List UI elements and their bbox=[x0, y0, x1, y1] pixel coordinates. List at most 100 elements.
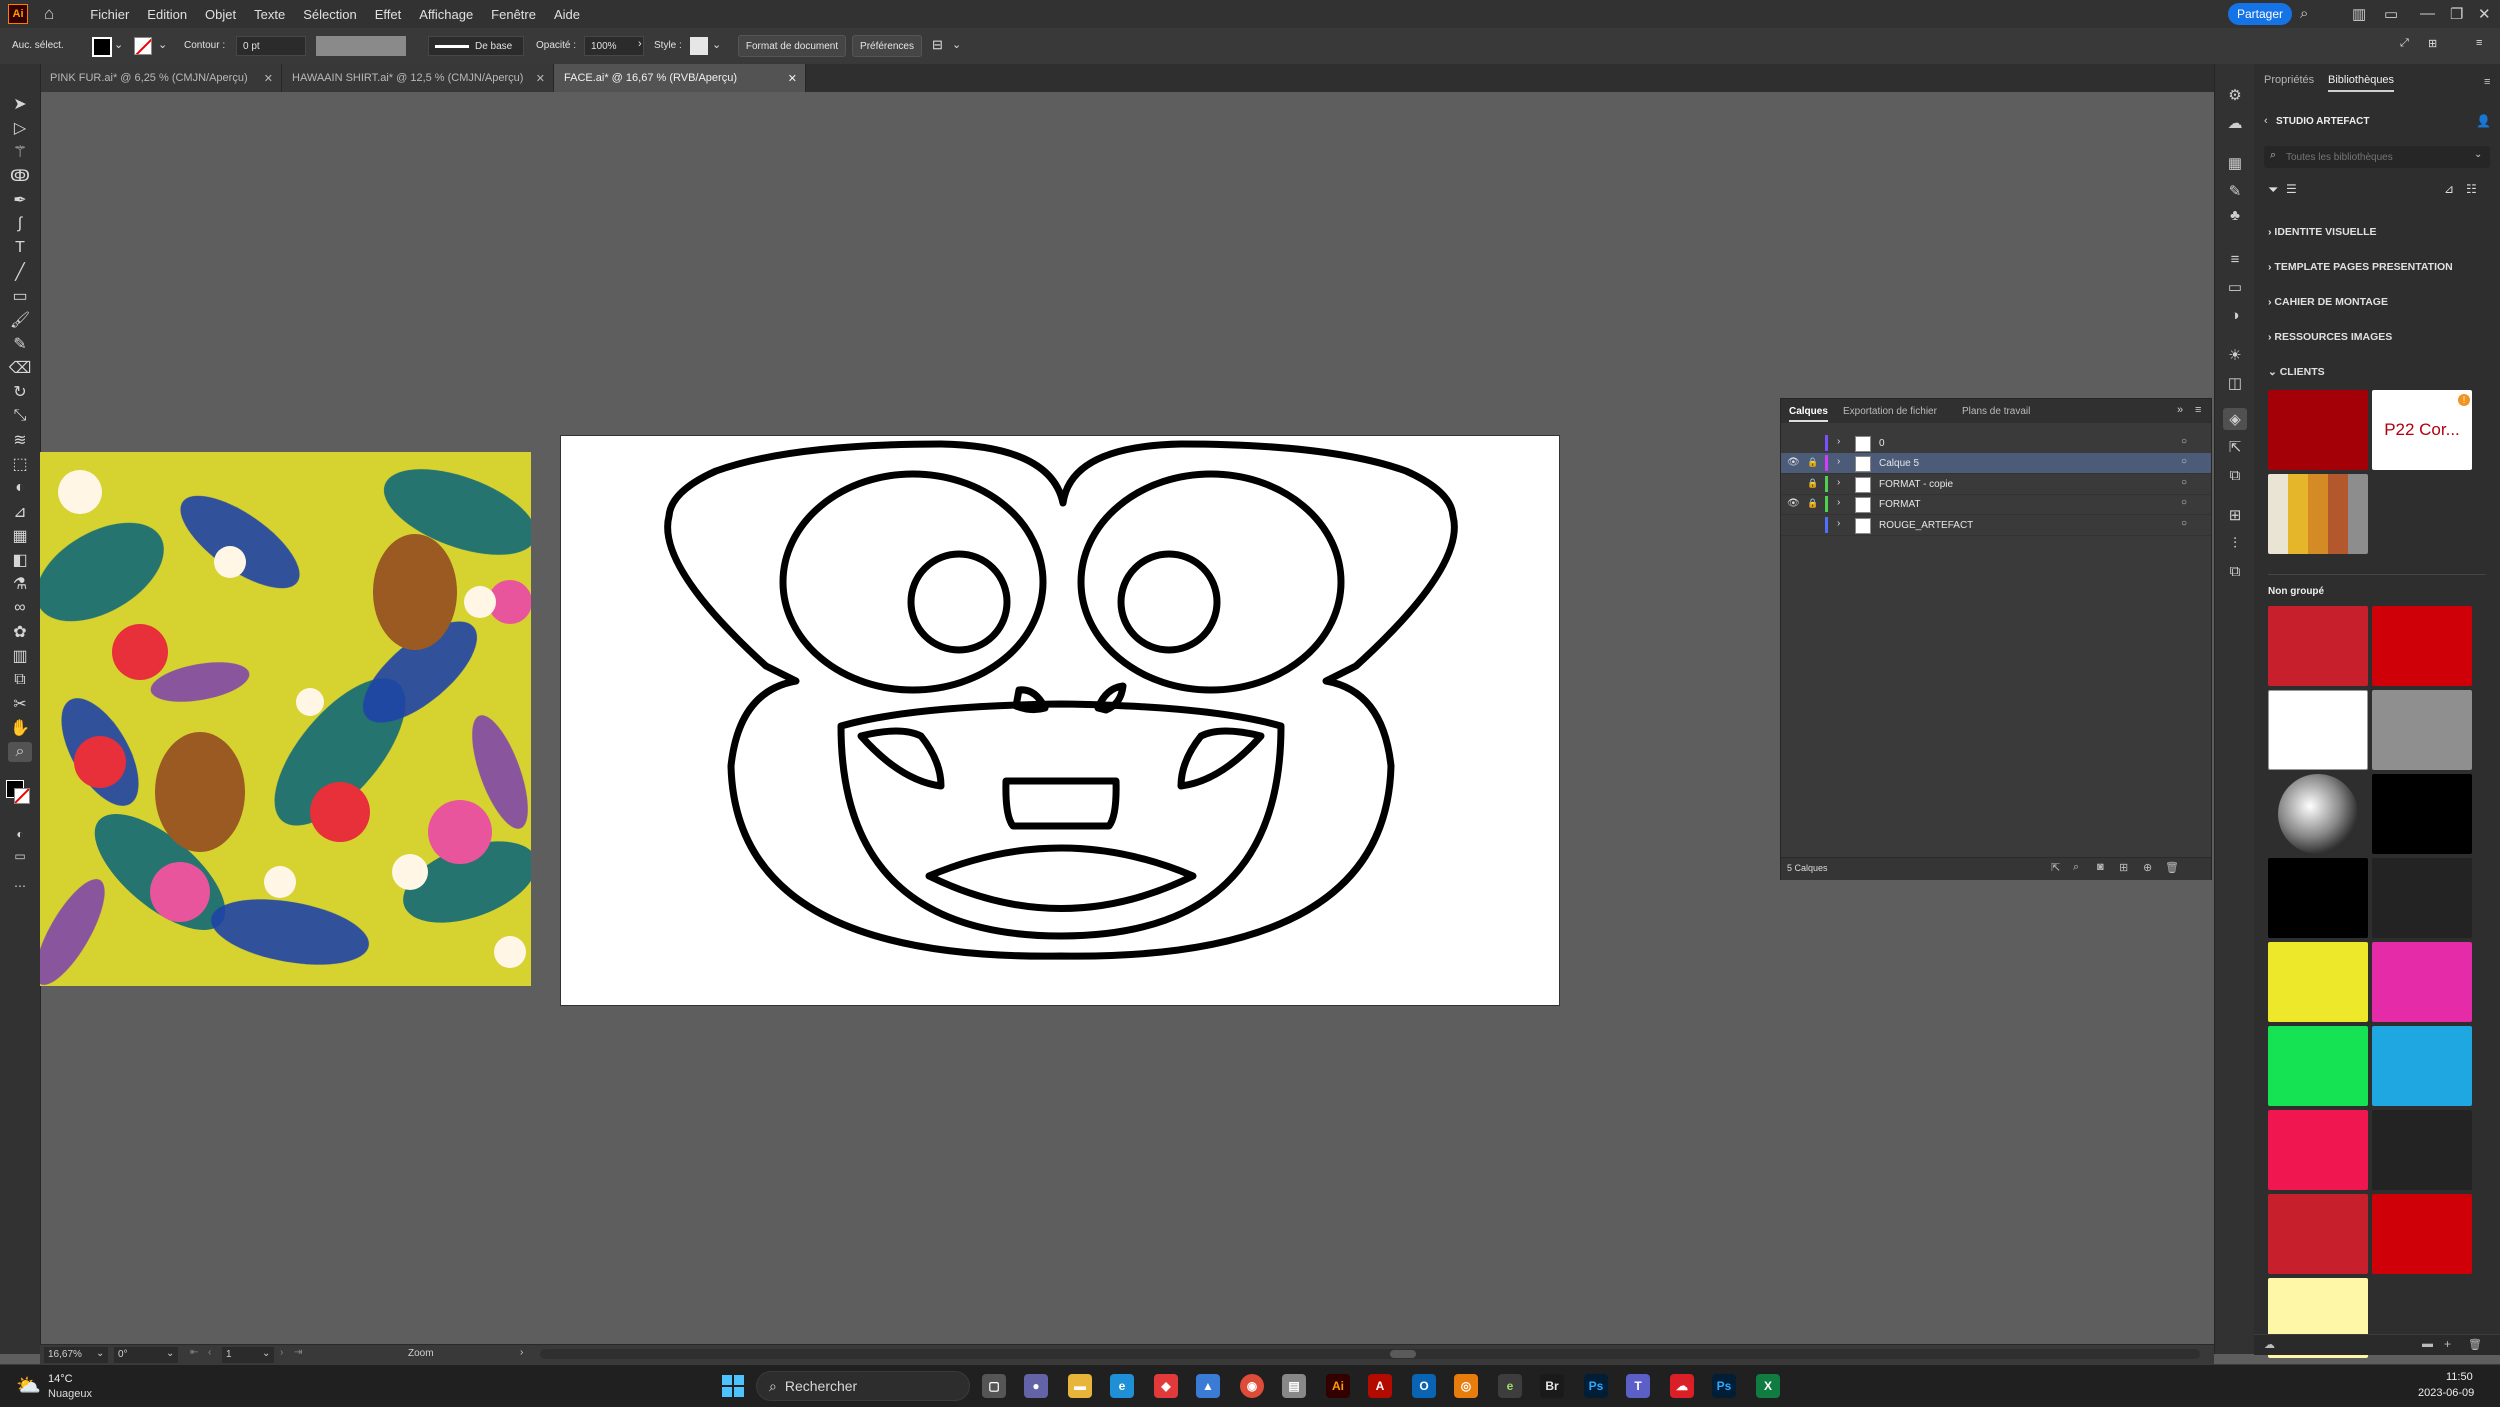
lock-icon[interactable]: 🔒 bbox=[1807, 478, 1818, 489]
style-dropdown-icon[interactable]: ⌄ bbox=[712, 38, 721, 51]
cloud-sync-icon[interactable]: ☁ bbox=[2264, 1338, 2275, 1351]
close-tab-icon[interactable]: ✕ bbox=[536, 72, 545, 85]
chevron-down-icon[interactable]: ⌄ bbox=[96, 1348, 104, 1359]
lock-icon[interactable]: 🔒 bbox=[1807, 457, 1818, 468]
layer-row[interactable]: 👁 🔒 › Calque 5 ○ bbox=[1781, 453, 2211, 475]
status-menu-icon[interactable]: › bbox=[520, 1347, 523, 1358]
clock-time[interactable]: 11:50 bbox=[2446, 1371, 2473, 1383]
eyedropper-tool-icon[interactable]: ⚗ bbox=[8, 574, 32, 594]
color-swatch[interactable] bbox=[2268, 1194, 2368, 1274]
pen-tool-icon[interactable]: ✒ bbox=[8, 190, 32, 210]
expand-icon[interactable]: › bbox=[1837, 497, 1840, 508]
start-button[interactable] bbox=[722, 1375, 744, 1397]
task-view-icon[interactable]: ▢ bbox=[982, 1374, 1006, 1398]
weather-widget[interactable]: ⛅ 14°C Nuageux bbox=[16, 1369, 126, 1403]
edit-toolbar-icon[interactable]: ⋯ bbox=[8, 876, 32, 896]
stroke-swatch[interactable] bbox=[134, 37, 152, 55]
warp-tool-icon[interactable]: ≋ bbox=[8, 430, 32, 450]
menu-effet[interactable]: Effet bbox=[375, 7, 402, 22]
brushes-panel-icon[interactable]: ✎ bbox=[2223, 180, 2247, 202]
library-header[interactable]: ‹ STUDIO ARTEFACT 👤 bbox=[2264, 114, 2491, 132]
opacity-arrow-icon[interactable]: › bbox=[638, 38, 642, 50]
zoom-field[interactable]: 16,67% ⌄ bbox=[44, 1347, 108, 1363]
layer-row[interactable]: 🔒 › FORMAT - copie ○ bbox=[1781, 474, 2211, 495]
layer-row[interactable]: › 0 ○ bbox=[1781, 433, 2211, 454]
list-view-icon[interactable]: ☷ bbox=[2466, 182, 2477, 196]
hand-tool-icon[interactable]: ✋ bbox=[8, 718, 32, 738]
arrange-documents-icon[interactable]: ⊟ bbox=[932, 37, 943, 53]
layer-row[interactable]: 👁 🔒 › FORMAT ○ bbox=[1781, 494, 2211, 516]
color-swatch[interactable] bbox=[2372, 606, 2472, 686]
hawaiian-pattern-artwork[interactable] bbox=[40, 452, 531, 986]
appearance-panel-icon[interactable]: ☀ bbox=[2223, 344, 2247, 366]
target-icon[interactable]: ○ bbox=[2181, 518, 2187, 529]
paintbrush-tool-icon[interactable]: 🖌 bbox=[8, 310, 32, 330]
last-artboard-icon[interactable]: ⇥ bbox=[294, 1347, 302, 1358]
eye-icon[interactable]: 👁 bbox=[1787, 498, 1800, 509]
target-icon[interactable]: ○ bbox=[2181, 456, 2187, 467]
arrange-dropdown-icon[interactable]: ⌄ bbox=[952, 38, 961, 51]
expand-icon[interactable]: › bbox=[1837, 436, 1840, 447]
transparency-panel-icon[interactable]: ◑ bbox=[2223, 304, 2247, 326]
tab-artboards[interactable]: Plans de travail bbox=[1962, 406, 2030, 417]
curvature-tool-icon[interactable]: ∫ bbox=[8, 214, 32, 234]
menu-objet[interactable]: Objet bbox=[205, 7, 236, 22]
edge-icon[interactable]: e bbox=[1110, 1374, 1134, 1398]
client-text-card[interactable]: P22 Cor... bbox=[2372, 390, 2472, 470]
outlook-icon[interactable]: O bbox=[1412, 1374, 1436, 1398]
close-icon[interactable]: ✕ bbox=[2478, 5, 2491, 23]
grid-view-icon[interactable]: ⊿ bbox=[2444, 182, 2454, 196]
collapse-panel-icon[interactable]: » bbox=[2177, 404, 2183, 416]
tab-hawaiian-shirt[interactable]: HAWAAIN SHIRT.ai* @ 12,5 % (CMJN/Aperçu)… bbox=[282, 64, 554, 92]
properties-panel-icon[interactable]: ⚙ bbox=[2223, 84, 2247, 106]
collaborate-icon[interactable]: 👤 bbox=[2476, 114, 2491, 128]
tab-libraries[interactable]: Bibliothèques bbox=[2328, 74, 2395, 92]
notepad-icon[interactable]: ▤ bbox=[1282, 1374, 1306, 1398]
chevron-down-icon[interactable]: ⌄ bbox=[262, 1348, 270, 1359]
color-swatch[interactable] bbox=[2268, 1026, 2368, 1106]
fill-swatch[interactable] bbox=[92, 37, 112, 57]
panel-toggle-icon[interactable]: ⤢ bbox=[2400, 37, 2409, 50]
perspective-grid-tool-icon[interactable]: ⊿ bbox=[8, 502, 32, 522]
color-swatch[interactable] bbox=[2372, 1194, 2472, 1274]
clipping-mask-icon[interactable]: ◙ bbox=[2097, 861, 2104, 873]
creative-cloud-icon[interactable]: ☁ bbox=[1670, 1374, 1694, 1398]
rotation-field[interactable]: 0° ⌄ bbox=[114, 1347, 178, 1363]
direct-selection-tool-icon[interactable]: ▷ bbox=[8, 118, 32, 138]
scrollbar-thumb[interactable] bbox=[1390, 1350, 1416, 1358]
graphic-styles-panel-icon[interactable]: ◫ bbox=[2223, 372, 2247, 394]
workspace-icon[interactable]: ▥ bbox=[2352, 5, 2366, 23]
rotate-tool-icon[interactable]: ↻ bbox=[8, 382, 32, 402]
color-swatch[interactable] bbox=[2268, 1110, 2368, 1190]
artboard-face[interactable] bbox=[560, 435, 1560, 1006]
delete-layer-icon[interactable]: 🗑 bbox=[2165, 861, 2179, 874]
horizontal-scrollbar[interactable] bbox=[540, 1349, 2200, 1359]
stroke-dropdown-icon[interactable]: ⌄ bbox=[158, 38, 167, 51]
menu-edition[interactable]: Edition bbox=[147, 7, 187, 22]
blender-icon[interactable]: ◎ bbox=[1454, 1374, 1478, 1398]
selection-tool-icon[interactable]: ➤ bbox=[8, 94, 32, 114]
color-swatch[interactable] bbox=[2372, 858, 2472, 938]
illustrator-icon[interactable]: Ai bbox=[1326, 1374, 1350, 1398]
color-swatch[interactable] bbox=[2268, 858, 2368, 938]
fill-dropdown-icon[interactable]: ⌄ bbox=[114, 38, 123, 51]
excel-icon[interactable]: X bbox=[1756, 1374, 1780, 1398]
photos-icon[interactable]: ▲ bbox=[1196, 1374, 1220, 1398]
color-swatch[interactable] bbox=[2372, 1026, 2472, 1106]
color-swatch[interactable] bbox=[2268, 606, 2368, 686]
zoom-tool-icon[interactable]: ⌕ bbox=[8, 742, 32, 762]
lock-icon[interactable]: 🔒 bbox=[1807, 498, 1818, 509]
locate-object-icon[interactable]: ⌕ bbox=[2073, 861, 2079, 874]
chrome-icon[interactable]: ◉ bbox=[1240, 1374, 1264, 1398]
add-element-icon[interactable]: + bbox=[2444, 1337, 2451, 1351]
artboard-field[interactable]: 1 ⌄ bbox=[222, 1347, 274, 1363]
type-tool-icon[interactable]: T bbox=[8, 238, 32, 258]
chevron-down-icon[interactable]: ⌄ bbox=[2474, 149, 2482, 160]
filter-icon[interactable]: ⏷ bbox=[2268, 182, 2278, 198]
back-icon[interactable]: ‹ bbox=[2264, 115, 2268, 127]
transform-panel-icon[interactable]: ⊞ bbox=[2223, 504, 2247, 526]
library-search-input[interactable] bbox=[2284, 148, 2468, 166]
magic-wand-tool-icon[interactable]: ⚚ bbox=[8, 142, 32, 162]
tab-pink-fur[interactable]: PINK FUR.ai* @ 6,25 % (CMJN/Aperçu) ✕ bbox=[40, 64, 282, 92]
eye-icon[interactable]: 👁 bbox=[1787, 457, 1800, 468]
